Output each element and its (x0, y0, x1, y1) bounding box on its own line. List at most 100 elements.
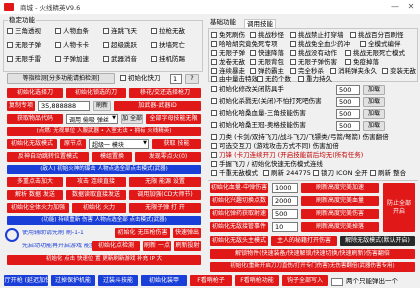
checkbox-costume-invincible[interactable]: 变装无敌 (382, 68, 416, 75)
checkbox-fast-fall[interactable]: 快速降落 (250, 50, 284, 57)
refresh-point-button[interactable]: 刷新 一点 (143, 241, 171, 251)
checkbox-clip-permanent[interactable]: 消耗弹夹永久 (330, 68, 377, 75)
refresh-projection-button[interactable]: 刷新投射 (174, 241, 201, 251)
checkbox-challenge-100[interactable]: 挑战百分百刷怪 (350, 32, 404, 39)
damage-row-4-checkbox[interactable]: 初始化哈桑王冠-奥格技能伤害 (211, 122, 306, 129)
origin-node-button[interactable]: 原节点 (60, 139, 86, 149)
init-firepower-button[interactable]: 初始化 火力 (72, 203, 126, 213)
init-armor-button[interactable]: 初始化装甲 (141, 275, 187, 286)
init-invincible-master-button[interactable]: 初始化无敌头主模式 (210, 236, 268, 246)
refresh-blood-button[interactable]: 刷新高度完美血量 (301, 196, 379, 206)
checkbox-challenge-kill[interactable]: 挑战秒怪 (250, 32, 284, 39)
checkbox-hit-effect[interactable]: 由中量击特效 (211, 76, 258, 83)
init-no-recoil-button[interactable]: 初始化 无压枪伤害 (115, 228, 170, 238)
get-item-code-button[interactable]: 获取物品代码 (7, 114, 63, 124)
hook-write-all-button[interactable]: 钩子全部写入 (282, 275, 328, 286)
code-input[interactable]: 35,888888 (38, 101, 90, 111)
damage-row-1-value[interactable]: 500 (336, 85, 360, 95)
damage-row-2-value[interactable]: 500 (336, 97, 360, 107)
multi-invincible-checkbox[interactable]: 千重无敌模式 (211, 170, 258, 177)
enhance-cd-button[interactable]: 调用加强(CD大师节) (129, 190, 201, 200)
copy-special-button[interactable]: 复制专项 (7, 101, 35, 111)
interest-value[interactable]: 2000 (272, 196, 298, 206)
takeover-value[interactable]: 10 (272, 222, 298, 232)
watch-sentry-function-button[interactable]: F看哨枪功能 (235, 275, 279, 286)
lobby-fire-button[interactable]: 大厅开枪 (延迟加快) (4, 275, 48, 286)
checkbox-wall-death[interactable]: 扶墙死亡 (151, 42, 185, 49)
read-data-button[interactable]: 数据读取直接发送 (66, 190, 126, 200)
weapon-select[interactable]: 调用 偷吸 弹丝 ▼ (66, 114, 118, 124)
refresh-drop-button[interactable]: 刷新高度完美掉落 (301, 222, 379, 232)
init-firepower-all-button[interactable]: 初始化全体火力加强 (7, 203, 69, 213)
checkbox-challenge-blood[interactable]: 挑战免全血少药冲 (290, 41, 350, 48)
checkbox-bloodbar[interactable]: 人物血条 (55, 28, 89, 35)
module-swap-button[interactable]: 模组置换 (92, 152, 132, 162)
anti-jump-position-button[interactable]: 反神自动跳转位置模式 (7, 152, 89, 162)
damage-row-3-checkbox[interactable]: 初始化哈桑血量-三角技能伤害 (211, 110, 306, 117)
refresh-merge-checkbox[interactable]: 刷新 整合 (370, 170, 406, 177)
blood-damage-value[interactable]: 1000 (272, 183, 298, 193)
tab-basic[interactable]: 基础功能 (210, 19, 236, 26)
checkbox-gravity[interactable]: 重力持久 (298, 76, 332, 83)
checkbox-anti-kick[interactable]: 挂机防踢 (151, 56, 185, 63)
unlock-items-button[interactable]: 解锁物件(快速装备/快速解锁/快速切换/快速刷新)伤害翻倍 (210, 249, 415, 259)
find-zero-fire-button[interactable]: 发现零点火(0) (135, 152, 201, 162)
multi-click-button[interactable]: 多重点击加大 (7, 177, 63, 187)
interactive-knife-checkbox[interactable]: 可选交互刀 (游戏攻击方式不同) 伤害加倍 (211, 143, 339, 150)
infinite-energy-button[interactable]: 无限 能源 设置 (129, 177, 201, 187)
auto-init-value[interactable]: 1 (170, 74, 182, 84)
parse-data-button[interactable]: 解析 数据 发送 (7, 190, 63, 200)
get-skill-button[interactable]: 获取 技能 (152, 139, 201, 149)
hand-knife-checkbox[interactable]: 手握飞刀 / 初始化快速无伤模式连线 (211, 161, 323, 168)
damage-row-1-load[interactable]: 加载 (363, 85, 385, 95)
infinite-ammo-open-button[interactable]: 无限子弹 打 开 (129, 203, 201, 213)
add-all-button[interactable]: 加 全部 (121, 114, 143, 124)
checkbox-haha-no-death[interactable]: 哈哈胡究竟免死专项 (211, 41, 278, 48)
checkbox-no-drop[interactable]: 免疫掉落 (345, 59, 379, 66)
knife-damage-checkbox[interactable]: 刀类 (卡剑/双持飞刀/战斗飞刀/飞镖类/弓箭/弩箭) 伤害翻倍 (211, 134, 389, 141)
checkbox-character-stuck[interactable]: 人物卡卡 (55, 42, 89, 49)
wait-detect-button[interactable]: 等指检测[分多功能请拍检测] (7, 73, 115, 84)
auto-init-checkbox[interactable]: 初始化快刀 (120, 75, 161, 82)
blade-checkbox[interactable]: 刀锋 (卡刀连续开刀 (开启技能前后均无(所有任务) (211, 152, 363, 159)
checkbox-tornado[interactable]: 龙卷无敌 (211, 59, 245, 66)
checkbox-challenge-wall[interactable]: 挑战禁止打穿墙 (290, 32, 344, 39)
skip-protect-button[interactable]: 过掉保护机能 (51, 275, 95, 286)
checkbox-silencer[interactable]: 武器消音 (103, 56, 137, 63)
damage-row-3-load[interactable]: 加载 (363, 109, 385, 119)
damage-row-3-value[interactable]: 500 (336, 109, 360, 119)
init-point-check-button[interactable]: 初始化点检测 (92, 241, 140, 251)
checkbox-gun-invincible[interactable]: 拉枪无敌 (151, 28, 185, 35)
init-lock-knife-button[interactable]: 初始化锁选的刀 (66, 88, 126, 98)
checkbox-no-death[interactable]: 免死刷伤 (211, 32, 245, 39)
init-takeover-button[interactable]: 初始化无敌接管事件 (210, 222, 268, 232)
prevent-all-button[interactable]: 防止全部开启 (383, 183, 415, 232)
swap-knife-button[interactable]: 移花/交还选择枪刀 (129, 88, 201, 98)
init-invincible-button[interactable]: 初始化无敌模式 (7, 139, 57, 149)
damage-row-4-value[interactable]: 500 (336, 121, 360, 131)
init-interest-button[interactable]: 初始化兴趣切换点数 (210, 196, 268, 206)
info-button[interactable]: ? (185, 74, 199, 84)
minimize-button[interactable]: — (388, 0, 402, 14)
checkbox-jump-fly[interactable]: 连跳飞天 (103, 28, 137, 35)
checkbox-infinite-bag[interactable]: 无限背包 (250, 59, 284, 66)
lock-knife-checkbox[interactable]: 锁刀 ICON 全开 (313, 170, 368, 177)
init-select-knife-button[interactable]: 初始化选择刀 (7, 88, 63, 98)
bottom-toggle-checkbox[interactable] (331, 278, 343, 286)
checkbox-ammo-master[interactable]: 弹药霸主 (250, 68, 284, 75)
checkbox-triangle[interactable]: 三角透视 (7, 28, 41, 35)
refresh-damage-button[interactable]: 刷新高度完美伤害 (301, 209, 379, 219)
quick-popup-button[interactable]: 快速弹出 (173, 228, 201, 238)
checkbox-infinite-ammo[interactable]: 无限子弹 (7, 42, 41, 49)
add-weapon-button[interactable]: 加武器-武器ID (114, 101, 201, 111)
init-restart-button[interactable]: 初始化(重新开启刀刀直伤/打开专门伤害)无伤害翻倍(武器伤害专用) (210, 262, 415, 272)
checkbox-no-action[interactable]: 挑战没有动作 (290, 50, 337, 57)
refresh-button[interactable]: 刷新 (93, 101, 111, 111)
init-quick-refresh-button[interactable]: 初始化 点击 快速位 置 更新刷新游戏 补充 IP 大 (7, 255, 201, 265)
refresh-speed-button[interactable]: 刷新高度完美加速 (301, 183, 379, 193)
master-secret-button[interactable]: 主人的秘籍打开伤害 (271, 236, 337, 246)
checkbox-ammo-damage[interactable]: 无限子弹伤害 (290, 59, 337, 66)
checkbox-no-potion[interactable]: 无药个数 (257, 76, 291, 83)
damage-row-1-checkbox[interactable]: 初始化修改关闭防具手 (211, 86, 284, 93)
init-blood-damage-button[interactable]: 初始化血量-中弹伤害 (210, 183, 268, 193)
